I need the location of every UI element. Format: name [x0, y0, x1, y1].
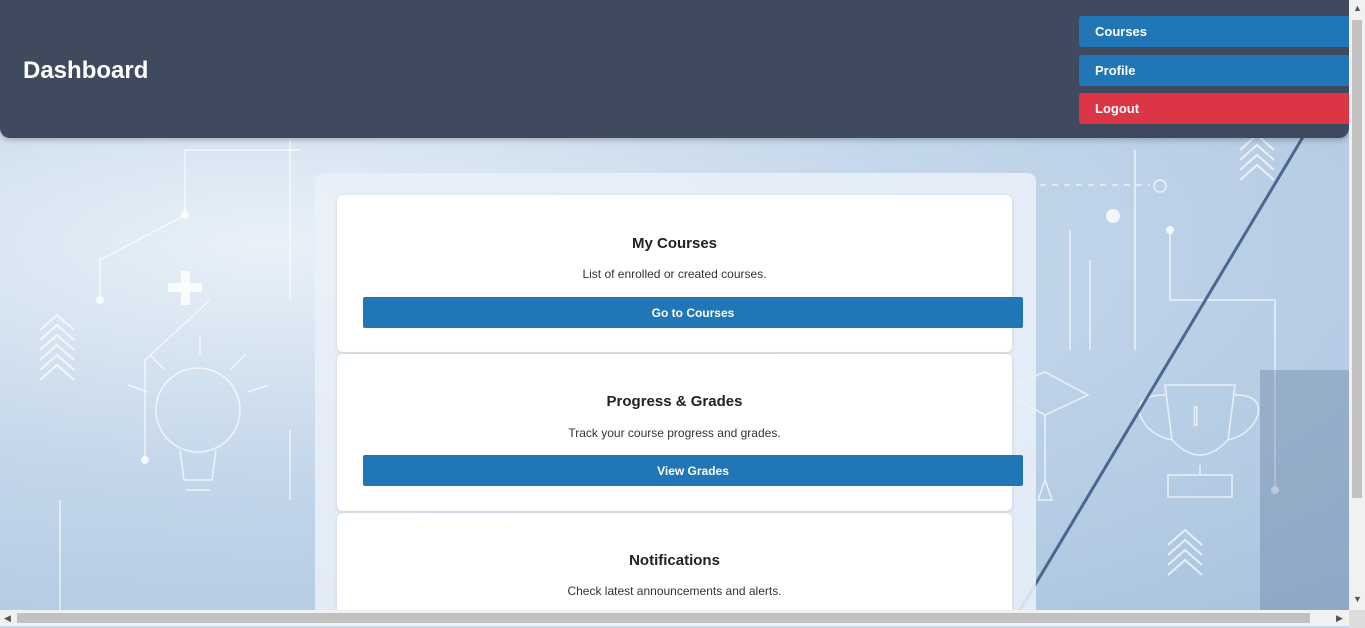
- vertical-scroll-thumb[interactable]: [1352, 20, 1362, 498]
- logout-button[interactable]: Logout: [1079, 93, 1349, 124]
- scroll-down-arrow-icon[interactable]: ▼: [1353, 594, 1362, 604]
- courses-nav-button[interactable]: Courses: [1079, 16, 1349, 47]
- card-title: Progress & Grades: [606, 393, 743, 410]
- vertical-scrollbar[interactable]: ▲ ▼: [1349, 0, 1365, 610]
- svg-text:I: I: [1192, 401, 1199, 431]
- progress-grades-card: Progress & Grades Track your course prog…: [337, 354, 1023, 511]
- card-description: List of enrolled or created courses.: [582, 267, 767, 281]
- go-to-courses-button[interactable]: Go to Courses: [363, 297, 1023, 328]
- profile-nav-button[interactable]: Profile: [1079, 55, 1349, 86]
- notifications-card: Notifications Check latest announcements…: [337, 513, 1012, 610]
- card-description: Track your course progress and grades.: [568, 426, 781, 440]
- view-grades-button[interactable]: View Grades: [363, 455, 1023, 486]
- card-description: Check latest announcements and alerts.: [567, 584, 782, 598]
- horizontal-scrollbar[interactable]: ◀ ▶: [0, 610, 1349, 626]
- scroll-right-arrow-icon[interactable]: ▶: [1336, 613, 1343, 624]
- card-title: Notifications: [629, 552, 720, 569]
- page-title: Dashboard: [23, 57, 149, 84]
- my-courses-card: My Courses List of enrolled or created c…: [337, 195, 1023, 352]
- scrollbar-corner: [1349, 610, 1365, 628]
- lightbulb-icon: [127, 335, 269, 491]
- card-title: My Courses: [631, 235, 718, 252]
- scroll-left-arrow-icon[interactable]: ◀: [4, 613, 11, 624]
- trophy-icon: I: [1138, 384, 1260, 498]
- scroll-up-arrow-icon[interactable]: ▲: [1353, 3, 1362, 13]
- horizontal-scroll-thumb[interactable]: [17, 613, 1310, 623]
